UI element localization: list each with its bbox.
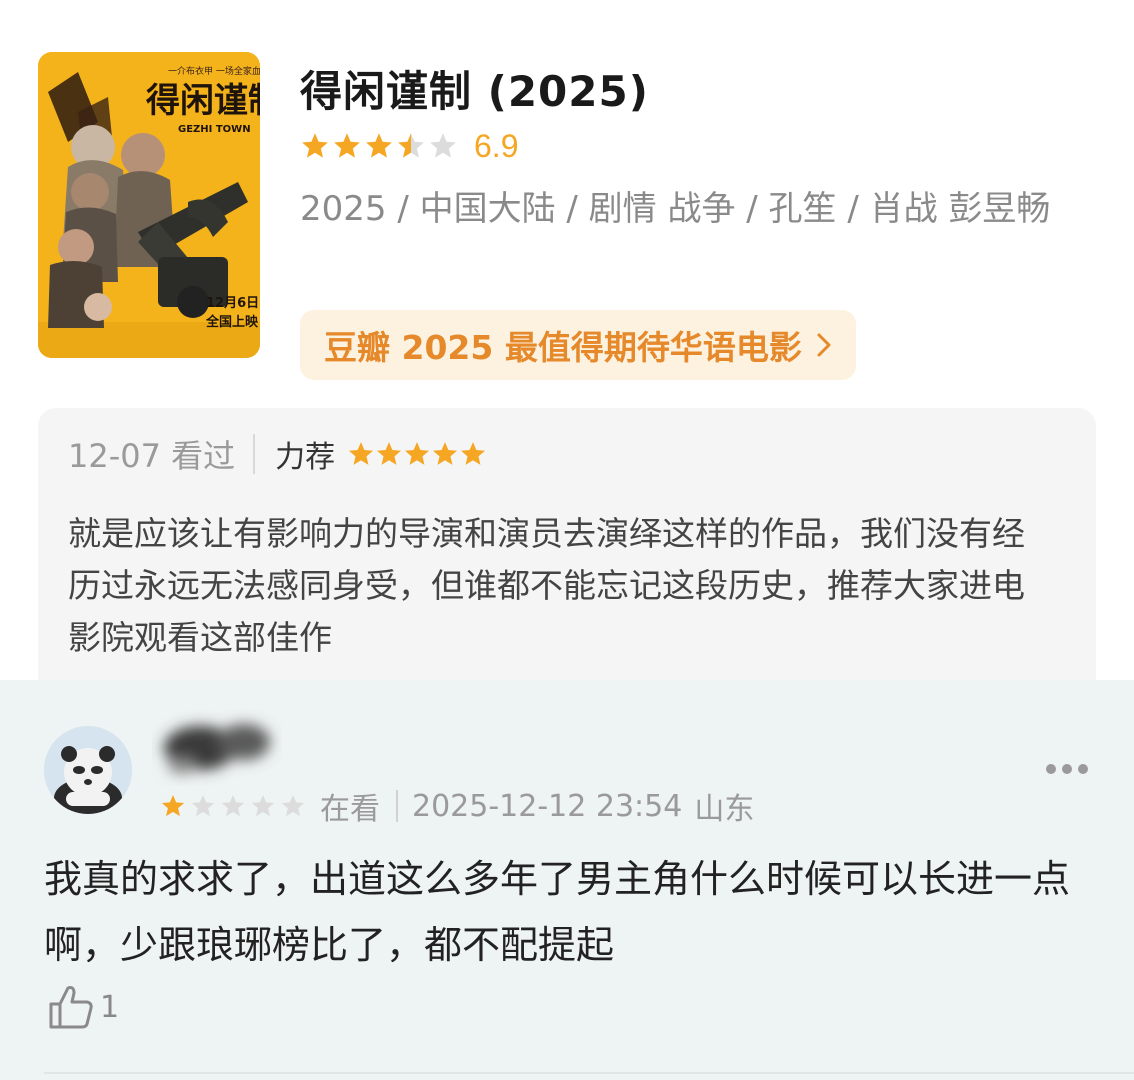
blurred-username-image [164, 724, 270, 774]
star-icon [430, 133, 456, 158]
star-icon [377, 442, 402, 465]
my-review-text: 就是应该让有影响力的导演和演员去演绎这样的作品，我们没有经历过永远无法感同身受，… [68, 514, 1025, 657]
username-blurred[interactable] [152, 704, 282, 786]
my-review-header: 12-07 看过 力荐 [68, 432, 487, 476]
comment-text: 我真的求求了，出道这么多年了男主角什么时候可以长进一点啊，少跟琅琊榜比了，都不配… [44, 857, 1071, 967]
like-count: 1 [100, 989, 120, 1025]
poster-art: 一介布衣甲 一场全家血 得闲谨制 GEZHI TOWN 12月6日 全国上映 [38, 52, 260, 358]
star-icon [405, 442, 430, 465]
star-icon [302, 133, 328, 158]
star-icon [221, 794, 245, 817]
comment-watch-status: 在看 [320, 792, 380, 827]
my-review-stars [347, 440, 487, 468]
thumbs-up-icon [49, 986, 93, 1029]
more-icon[interactable] [1044, 762, 1090, 776]
poster-release-date: 12月6日 [206, 296, 259, 311]
comment-rating-stars [160, 793, 310, 819]
comment-location: 山东 [694, 792, 755, 827]
star-icon [366, 133, 392, 158]
comment-card: 在看 2025-12-12 23:54 山东 我真的求求了，出道这么多年了男主角… [0, 680, 1134, 1080]
star-icon [191, 794, 215, 817]
poster-tagline: 一介布衣甲 一场全家血 [168, 65, 260, 77]
star-icon [398, 133, 424, 158]
divider [44, 1072, 1134, 1074]
star-icon [251, 794, 275, 817]
ranking-badge-label: 豆瓣 2025 最值得期待华语电影 [324, 328, 802, 367]
star-icon [161, 794, 185, 817]
poster-title-en: GEZHI TOWN [178, 124, 251, 135]
movie-header: 一介布衣甲 一场全家血 得闲谨制 GEZHI TOWN 12月6日 全国上映 得… [0, 0, 1134, 680]
movie-rating: 6.9 [300, 126, 518, 166]
star-icon [349, 442, 374, 465]
ranking-badge[interactable]: 豆瓣 2025 最值得期待华语电影 [300, 310, 856, 380]
star-icon [281, 794, 305, 817]
star-icon [461, 442, 486, 465]
comment-meta: 在看 2025-12-12 23:54 山东 [160, 786, 755, 827]
star-icon [334, 133, 360, 158]
my-review-date-status: 12-07 看过 [68, 437, 236, 475]
my-review-recommend-label: 力荐 [275, 440, 336, 475]
my-review-card: 12-07 看过 力荐 就是应该让有影响力的导演和演员去演绎这样的作品，我们没有… [38, 408, 1096, 680]
movie-poster[interactable]: 一介布衣甲 一场全家血 得闲谨制 GEZHI TOWN 12月6日 全国上映 [38, 52, 260, 358]
poster-title-cn: 得闲谨制 [145, 81, 260, 121]
star-icon [433, 442, 458, 465]
like-button[interactable]: 1 [46, 980, 119, 1034]
poster-release-text: 全国上映 [205, 314, 259, 330]
comment-timestamp: 2025-12-12 23:54 [412, 788, 683, 824]
movie-meta: 2025 / 中国大陆 / 剧情 战争 / 孔笙 / 肖战 彭昱畅 [300, 189, 1051, 229]
movie-title[interactable]: 得闲谨制 (2025) [300, 58, 649, 119]
avatar[interactable] [44, 726, 132, 814]
movie-rating-stars [300, 131, 460, 161]
divider [396, 790, 398, 822]
divider [253, 434, 256, 474]
chevron-right-icon [817, 333, 831, 357]
rating-score: 6.9 [474, 127, 519, 164]
panda-avatar-image [44, 726, 132, 814]
